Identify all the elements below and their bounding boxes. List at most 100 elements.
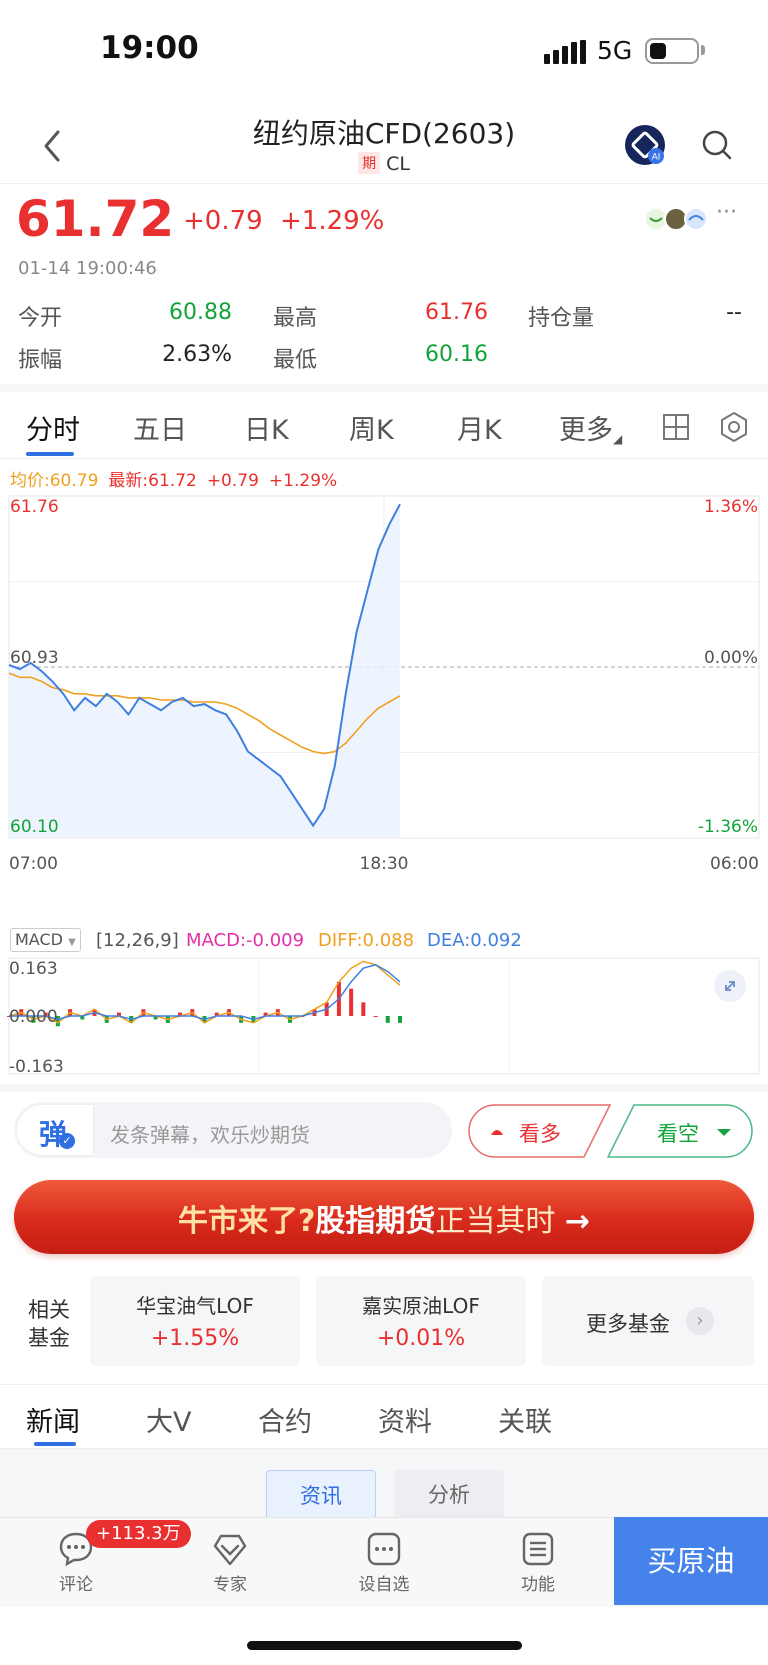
- search-icon[interactable]: [700, 128, 734, 162]
- stat-value-open: 60.88: [169, 300, 232, 325]
- y-axis-label-right: -1.36%: [698, 817, 758, 837]
- tab-profile[interactable]: 资料: [378, 1400, 432, 1439]
- last-price: 61.72: [16, 190, 175, 248]
- intraday-chart[interactable]: 61.76 60.93 60.10 1.36% 0.00% -1.36% 07:00 18:3…: [0, 490, 768, 890]
- add-watchlist-button[interactable]: 设自选: [334, 1530, 434, 1595]
- stat-label-open: 今开: [18, 306, 63, 331]
- macd-bar: [385, 1016, 390, 1023]
- more-icon[interactable]: ···: [716, 200, 737, 225]
- status-time: 19:00: [100, 30, 199, 66]
- fund-card[interactable]: 嘉实原油LOF +0.01%: [316, 1276, 526, 1366]
- svg-text:AI: AI: [652, 152, 661, 162]
- macd-bar: [349, 988, 354, 1016]
- price-change: +0.79: [183, 206, 263, 236]
- tab-weekly-k[interactable]: 周K: [349, 408, 394, 447]
- related-funds-label-1: 相关: [28, 1298, 70, 1322]
- tab-underline: [26, 452, 74, 456]
- macd-bar: [398, 1016, 402, 1023]
- y-axis-label-right: 1.36%: [704, 497, 758, 517]
- related-funds-label-2: 基金: [28, 1326, 70, 1350]
- stat-value-amplitude: 2.63%: [162, 342, 232, 367]
- subtab-analysis[interactable]: 分析: [394, 1470, 504, 1520]
- grid-layout-icon[interactable]: [662, 413, 690, 441]
- danmu-icon[interactable]: 弹 ✓: [16, 1104, 94, 1156]
- stat-value-open-interest: --: [726, 300, 742, 325]
- tab-news[interactable]: 新闻: [26, 1400, 80, 1439]
- news-tab-underline: [34, 1442, 76, 1446]
- expand-icon[interactable]: [713, 969, 747, 1003]
- comment-label: 评论: [59, 1575, 93, 1595]
- chevron-right-icon: ›: [686, 1307, 714, 1335]
- tab-daily-k[interactable]: 日K: [244, 408, 289, 447]
- banner-part3: 正当其时: [435, 1204, 556, 1239]
- followers-avatars-icon[interactable]: [644, 206, 712, 232]
- banner-part2: 股指期货: [315, 1204, 436, 1239]
- news-subtabs-area: [0, 1449, 768, 1517]
- stat-label-open-interest: 持仓量: [528, 306, 595, 331]
- macd-selector[interactable]: MACD ▼: [10, 928, 81, 952]
- legend-change-pct: +1.29%: [268, 471, 338, 491]
- dropdown-icon: ▼: [68, 937, 76, 948]
- futures-badge: 期: [358, 152, 381, 174]
- diff-line: [8, 960, 401, 1024]
- signal-icon: [544, 40, 586, 64]
- bearish-label: 看空: [657, 1122, 699, 1146]
- home-indicator[interactable]: [247, 1641, 522, 1650]
- functions-label: 功能: [521, 1575, 555, 1595]
- comment-count-badge: +113.3万: [86, 1520, 191, 1548]
- header-divider: [0, 183, 768, 184]
- fund-name: 华宝油气LOF: [136, 1294, 254, 1318]
- symbol-code: CL: [386, 153, 410, 175]
- y-axis-label-left: 60.10: [10, 817, 59, 837]
- tab-contract[interactable]: 合约: [258, 1400, 312, 1439]
- diff-value: DIFF:0.088: [318, 930, 415, 951]
- expert-label: 专家: [213, 1575, 247, 1595]
- stat-label-low: 最低: [273, 348, 318, 373]
- y-axis-label-right: 0.00%: [704, 648, 758, 668]
- tab-five-day[interactable]: 五日: [133, 408, 187, 447]
- legend-avg: 均价:60.79: [10, 471, 99, 491]
- tab-related[interactable]: 关联: [498, 1400, 552, 1439]
- fund-name: 嘉实原油LOF: [362, 1294, 480, 1318]
- add-watchlist-label: 设自选: [358, 1575, 410, 1595]
- dropdown-triangle-icon: ◢: [613, 432, 623, 446]
- chart-legend: 均价:60.79 最新:61.72 +0.79 +1.29%: [10, 466, 347, 491]
- price-change-pct: +1.29%: [280, 206, 385, 236]
- functions-button[interactable]: 功能: [488, 1530, 588, 1595]
- legend-latest: 最新:61.72: [108, 471, 197, 491]
- dea-value: DEA:0.092: [427, 930, 522, 951]
- subtab-info[interactable]: 资讯: [266, 1470, 376, 1520]
- expert-button[interactable]: 专家: [180, 1530, 280, 1595]
- tab-more[interactable]: 更多◢: [559, 408, 622, 447]
- settings-icon[interactable]: [718, 411, 750, 443]
- menu-list-icon: [522, 1532, 554, 1566]
- y-axis-label-left: 60.93: [10, 648, 59, 668]
- macd-y-label: 0.000: [9, 1007, 58, 1027]
- tab-big-v[interactable]: 大V: [146, 1400, 191, 1439]
- y-axis-label-left: 61.76: [10, 497, 59, 517]
- price-area: [9, 504, 400, 838]
- dea-line: [9, 963, 401, 1021]
- ai-assistant-icon[interactable]: AI: [624, 124, 666, 166]
- macd-y-label: 0.163: [9, 959, 58, 979]
- fund-card[interactable]: 华宝油气LOF +1.55%: [90, 1276, 300, 1366]
- x-axis-label: 07:00: [9, 854, 58, 874]
- tab-monthly-k[interactable]: 月K: [457, 408, 502, 447]
- macd-value: MACD:-0.009: [186, 930, 305, 951]
- macd-bar: [361, 1002, 366, 1016]
- bullish-label: 看多: [519, 1122, 561, 1146]
- promo-banner-text: 牛市来了?股指期货正当其时 →: [14, 1196, 754, 1240]
- more-funds-button[interactable]: 更多基金 ›: [542, 1276, 754, 1366]
- stat-value-high: 61.76: [425, 300, 488, 325]
- stat-label-amplitude: 振幅: [18, 348, 63, 373]
- tab-intraday[interactable]: 分时: [26, 408, 80, 447]
- macd-y-label: -0.163: [9, 1057, 64, 1076]
- x-axis-label: 06:00: [710, 854, 759, 874]
- section-divider-2: [0, 1084, 768, 1092]
- tabs-divider: [0, 458, 768, 459]
- macd-bar: [373, 1016, 378, 1017]
- arrow-icon: →: [564, 1204, 591, 1239]
- tab-more-label: 更多: [559, 415, 613, 446]
- buy-button[interactable]: 买原油: [614, 1517, 768, 1605]
- macd-chart[interactable]: 0.163 0.000 -0.163: [0, 956, 768, 1076]
